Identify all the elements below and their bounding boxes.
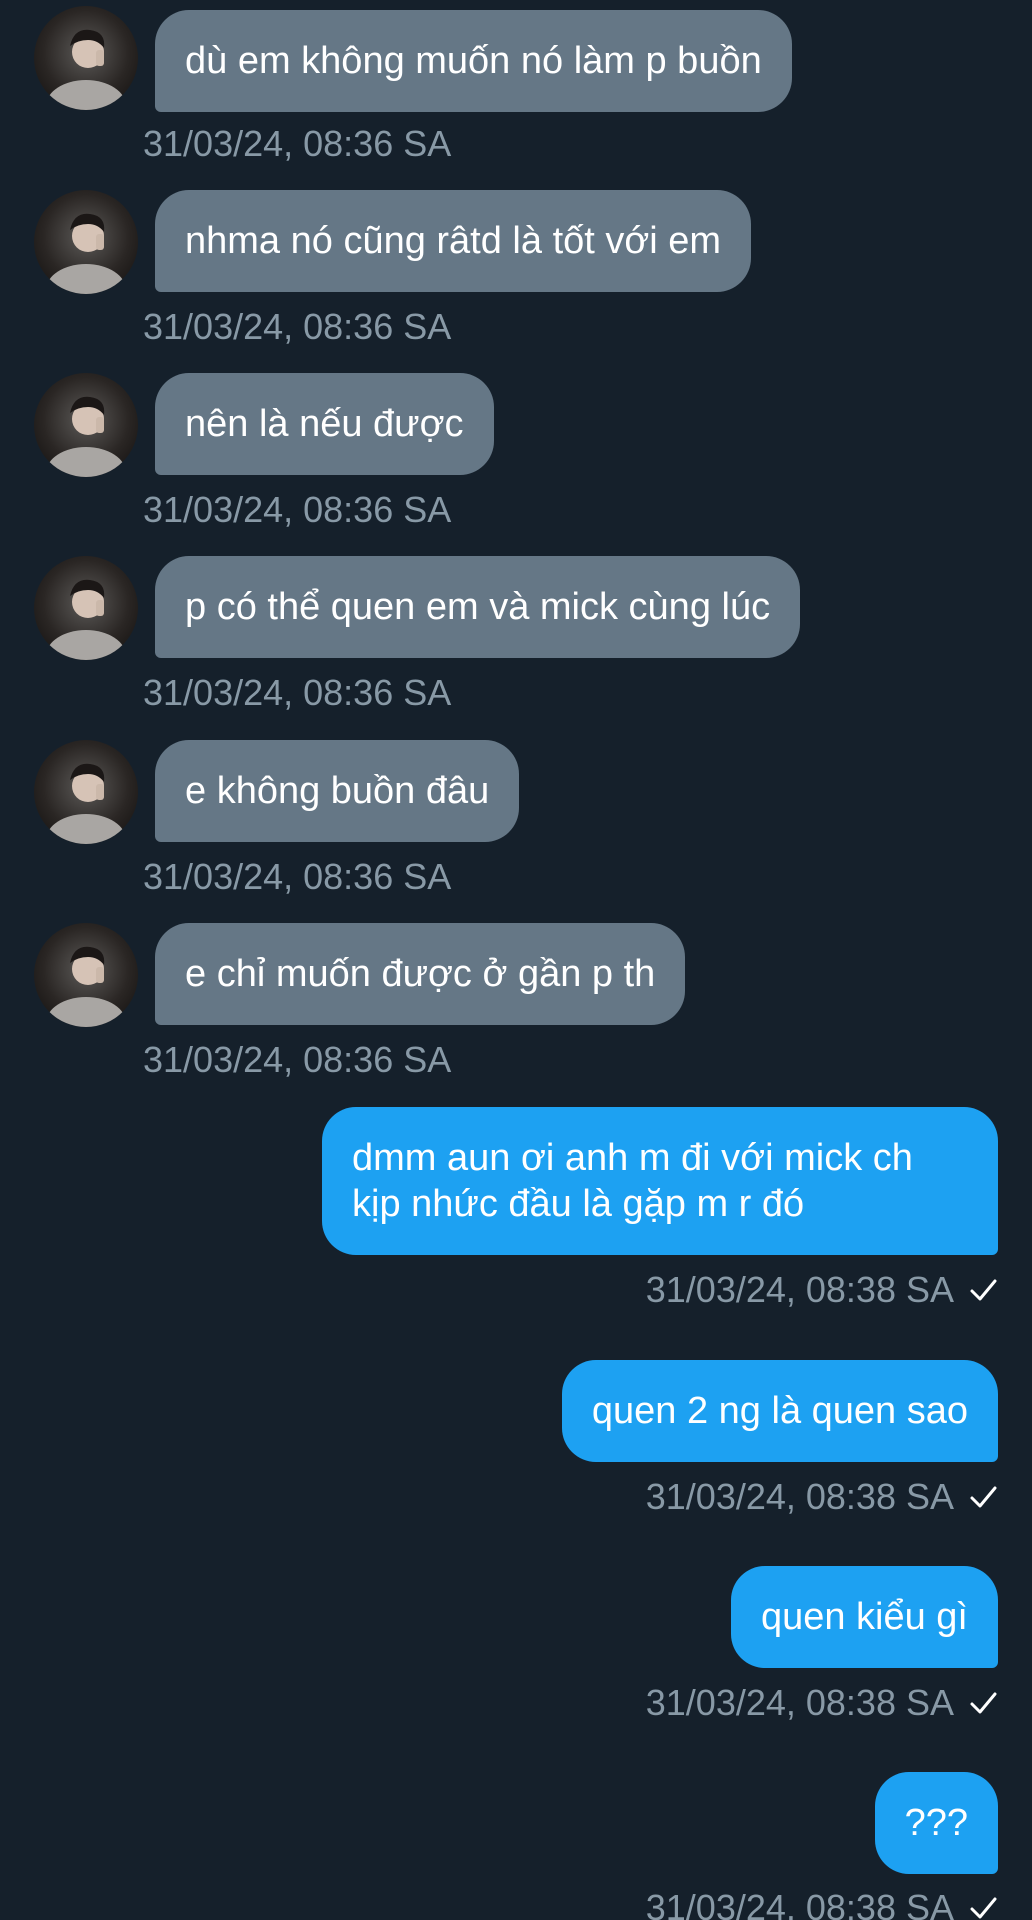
- message-bubble[interactable]: p có thể quen em và mick cùng lúc: [155, 556, 801, 658]
- message-timestamp: 31/03/24, 08:36 SA: [143, 306, 452, 347]
- message-line: dmm aun ơi anh m đi với mick ch: [352, 1137, 913, 1179]
- message-timestamp: 31/03/24, 08:36 SA: [143, 1039, 452, 1080]
- message-bubble[interactable]: nên là nếu được: [155, 373, 494, 475]
- message-line: kịp nhức đầu là gặp m r đó: [352, 1183, 805, 1225]
- timestamp-text: 31/03/24, 08:38 SA: [645, 1887, 954, 1920]
- message-bubble[interactable]: dmm aun ơi anh m đi với mick ch kịp nhức…: [322, 1107, 998, 1255]
- message-bubble[interactable]: nhma nó cũng râtd là tốt với em: [155, 190, 752, 292]
- avatar-photo-icon: [46, 396, 126, 477]
- check-icon: [970, 1692, 997, 1714]
- timestamp-text: 31/03/24, 08:38 SA: [645, 1269, 954, 1310]
- message-timestamp: 31/03/24, 08:36 SA: [143, 123, 452, 164]
- message-bubble[interactable]: e chỉ muốn được ở gần p th: [155, 923, 686, 1025]
- user-avatar[interactable]: [34, 6, 138, 110]
- avatar-photo-icon: [46, 29, 126, 110]
- check-icon: [970, 1486, 997, 1508]
- message-timestamp: 31/03/24, 08:36 SA: [143, 672, 452, 713]
- user-avatar[interactable]: [34, 373, 138, 477]
- message-bubble[interactable]: quen kiểu gì: [730, 1566, 998, 1668]
- message-bubble[interactable]: dù em không muốn nó làm p buồn: [155, 10, 792, 112]
- timestamp-text: 31/03/24, 08:38 SA: [645, 1682, 954, 1723]
- avatar-photo-icon: [46, 213, 126, 294]
- message-timestamp: 31/03/24, 08:38 SA: [646, 1270, 998, 1310]
- check-icon: [970, 1279, 997, 1301]
- user-avatar[interactable]: [34, 556, 138, 660]
- message-thread[interactable]: dù em không muốn nó làm p buồn 31/03/24,…: [0, 0, 1032, 1920]
- message-timestamp: 31/03/24, 08:36 SA: [143, 489, 452, 530]
- user-avatar[interactable]: [34, 740, 138, 844]
- message-timestamp: 31/03/24, 08:38 SA: [646, 1477, 998, 1517]
- message-timestamp: 31/03/24, 08:36 SA: [143, 856, 452, 897]
- message-timestamp: 31/03/24, 08:38 SA: [646, 1683, 998, 1723]
- message-timestamp: 31/03/24, 08:38 SA: [646, 1888, 998, 1920]
- user-avatar[interactable]: [34, 923, 138, 1027]
- user-avatar[interactable]: [34, 190, 138, 294]
- avatar-photo-icon: [46, 946, 126, 1027]
- message-bubble[interactable]: quen 2 ng là quen sao: [561, 1360, 998, 1462]
- message-bubble[interactable]: ???: [874, 1772, 998, 1874]
- avatar-photo-icon: [46, 579, 126, 660]
- avatar-photo-icon: [46, 763, 126, 844]
- message-bubble[interactable]: e không buồn đâu: [155, 740, 520, 842]
- check-icon: [970, 1897, 997, 1919]
- timestamp-text: 31/03/24, 08:38 SA: [645, 1476, 954, 1517]
